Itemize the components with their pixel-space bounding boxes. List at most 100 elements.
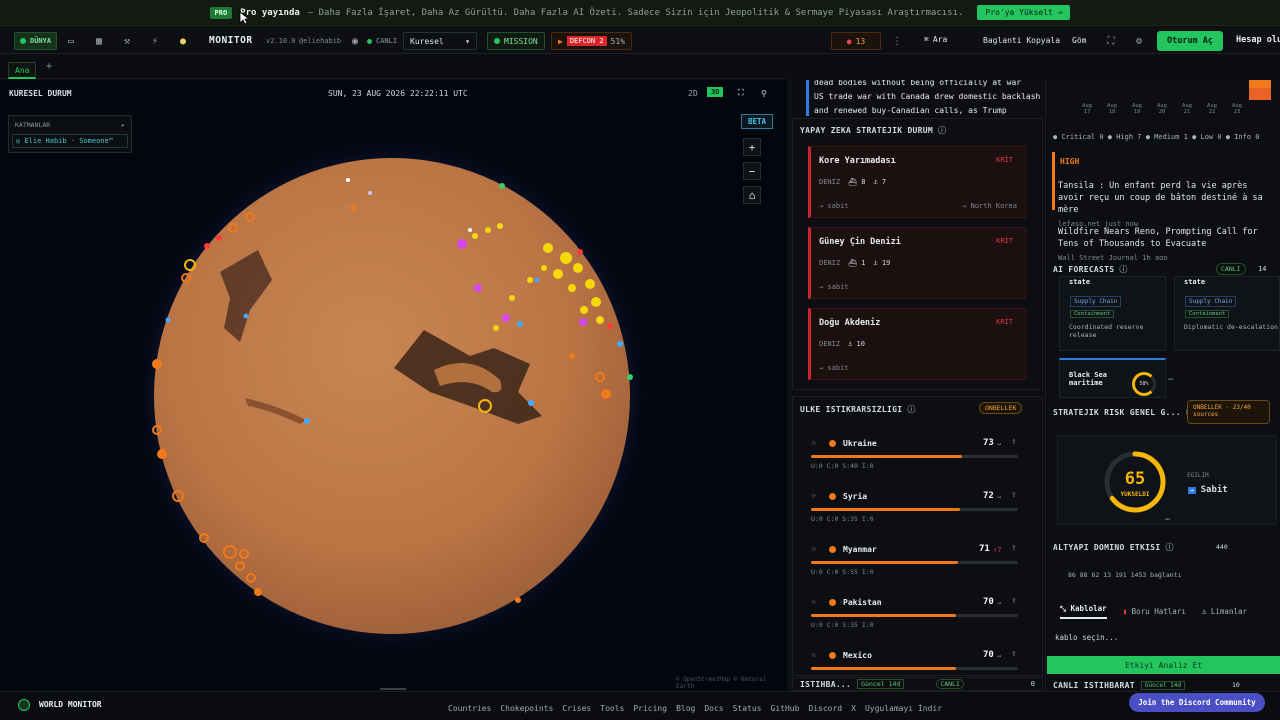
sun-icon[interactable]: ● <box>176 34 190 48</box>
forecast-card[interactable]: Black Sea maritime 58% <box>1059 358 1166 398</box>
info-icon[interactable]: ⓘ <box>907 404 915 415</box>
star-icon[interactable]: ☆ <box>811 650 816 660</box>
country-score: 71 <box>979 544 990 554</box>
country-row[interactable]: ☆ Mexico 70 → ⇪ <box>808 644 1024 670</box>
star-icon[interactable]: ☆ <box>811 438 816 448</box>
energy-variant-icon[interactable]: ⚡ <box>148 34 162 48</box>
info-icon[interactable]: ⓘ <box>1119 264 1127 275</box>
share-icon[interactable]: ⇪ <box>1011 490 1016 500</box>
footer-link[interactable]: Chokepoints <box>500 704 553 713</box>
country-row[interactable]: ☆ Syria 72 → ⇪ U:0 C:0 S:35 I:0 <box>808 485 1024 533</box>
info-icon[interactable]: ⓘ <box>938 125 946 136</box>
footer-link[interactable]: Tools <box>600 704 624 713</box>
region-select[interactable]: Kuresel ▾ <box>403 32 477 50</box>
footer-link[interactable]: Blog <box>676 704 695 713</box>
cable-select[interactable]: kablo seçin... <box>1055 633 1118 642</box>
discord-button[interactable]: Join the Discord Community <box>1129 693 1265 712</box>
tab-pipelines[interactable]: ▮ Boru Hatları <box>1123 607 1186 616</box>
chart-date-axis: Aug 17 Aug 18 Aug 19 Aug 20 Aug 21 Aug 2… <box>1080 103 1244 115</box>
globe-map[interactable] <box>0 80 787 690</box>
footer-link[interactable]: Uygulamayı İndir <box>865 704 942 713</box>
footer-links: Countries Chokepoints Crises Tools Prici… <box>439 704 942 713</box>
country-row[interactable]: ☆ Pakistan 70 → ⇪ U:0 C:0 S:35 I:0 <box>808 591 1024 639</box>
posture-card[interactable]: Kore Yarımadası KRİT DENIZ ⛴ 8 ⚓ 7 → sabit… <box>808 146 1026 218</box>
country-row[interactable]: ☆ Myanmar 71 ↑7 ⇪ U:0 C:0 S:55 I:0 <box>808 538 1024 586</box>
gear-icon[interactable]: ⚙ <box>1132 34 1146 48</box>
forecast-head: Black Sea maritime <box>1069 371 1107 387</box>
score-bar <box>811 508 1018 511</box>
tab-cables[interactable]: ⤡ Kablolar <box>1060 604 1107 619</box>
share-icon[interactable]: ⇪ <box>1011 437 1016 447</box>
posture-anchor-count: 19 <box>881 259 891 267</box>
add-tab-button[interactable]: + <box>46 61 52 72</box>
search-button[interactable]: ⌘ Ara <box>924 35 947 44</box>
alerts-button[interactable]: ● 13 <box>831 32 881 50</box>
footer-link[interactable]: Crises <box>562 704 591 713</box>
fullscreen-icon[interactable]: ⛶ <box>1104 34 1118 48</box>
posture-type: DENIZ <box>819 340 841 348</box>
live-intel-header: CANLI ISTIHBARAT Güncel 14d <box>1053 681 1185 690</box>
footer-link[interactable]: GitHub <box>771 704 800 713</box>
embed-button[interactable]: Göm <box>1072 36 1086 45</box>
defcon-pct: 51% <box>610 36 625 46</box>
news-line-2: US trade war with Canada drew domestic b… <box>814 92 1041 101</box>
variant-world-button[interactable]: DÜNYA <box>14 32 58 50</box>
country-score: 70 <box>983 597 994 607</box>
defcon-indicator[interactable]: ▶ DEFCON 2 51% <box>551 32 632 50</box>
forecasts-count: 14 <box>1258 265 1267 273</box>
signin-button[interactable]: Oturum Aç <box>1157 31 1223 51</box>
forecast-tag: Supply Chain <box>1185 296 1237 307</box>
footer-link[interactable]: Docs <box>704 704 723 713</box>
news-item[interactable]: Tansila : Un enfant perd la vie après av… <box>1058 180 1276 230</box>
copy-link-button[interactable]: Baglanti Kopyala <box>983 36 1060 45</box>
upgrade-button[interactable]: Pro'ya Yükselt → <box>977 5 1071 20</box>
star-icon[interactable]: ☆ <box>811 544 816 554</box>
forecast-card[interactable]: state Supply Chain Containment Coordinat… <box>1059 276 1166 351</box>
promo-title: Pro yayında <box>240 7 300 18</box>
account-button[interactable]: Hesap oluş <box>1236 35 1280 45</box>
footer-link[interactable]: Pricing <box>633 704 667 713</box>
tab-cables-label: Kablolar <box>1070 604 1107 613</box>
footer-link[interactable]: Discord <box>808 704 842 713</box>
share-icon[interactable]: ⇪ <box>1011 649 1016 659</box>
star-icon[interactable]: ☆ <box>811 491 816 501</box>
country-name: Ukraine <box>843 439 877 448</box>
posture-card[interactable]: Güney Çin Denizi KRİT DENIZ ⛴ 1 ⚓ 19 → sab… <box>808 227 1026 299</box>
anchor-icon: ⚓ 19 <box>873 259 891 267</box>
tab-main[interactable]: Ana <box>8 62 37 79</box>
tools-variant-icon[interactable]: ⚒ <box>120 34 134 48</box>
github-icon[interactable]: ◉ <box>348 34 362 48</box>
analyze-button[interactable]: Etkiyi Analiz Et <box>1047 656 1280 674</box>
instability-title: ULKE ISTIKRARSIZLIGI <box>800 405 903 414</box>
more-icon[interactable]: ⋮ <box>890 34 904 48</box>
footer-link[interactable]: X <box>851 704 856 713</box>
mission-button[interactable]: MISSION <box>487 32 545 50</box>
risk-header: STRATEJIK RISK GENEL G...ⓘ <box>1053 407 1194 418</box>
resize-handle[interactable] <box>380 688 406 690</box>
handle-label[interactable]: @eliehabib <box>299 37 341 45</box>
more-icon[interactable]: ⋯ <box>1168 375 1173 385</box>
info-icon[interactable]: ⓘ <box>1165 542 1173 553</box>
share-icon[interactable]: ⇪ <box>1011 543 1016 553</box>
forecast-desc: Diplomatic de-escalation <box>1184 323 1278 331</box>
news-item[interactable]: Wildfire Nears Reno, Prompting Call for … <box>1058 226 1276 260</box>
country-trend: ↑7 <box>993 546 1002 554</box>
map-panel[interactable]: KURESEL DURUM SUN, 23 AUG 2026 22:22:11 … <box>0 80 787 690</box>
footer-link[interactable]: Countries <box>448 704 491 713</box>
more-icon[interactable]: ⋯ <box>1165 515 1170 525</box>
live-intel-updated: Güncel 14d <box>1140 681 1185 690</box>
intel-bar[interactable]: ISTIHBA... Güncel 14d CANLI 0 <box>792 677 1043 691</box>
footer-link[interactable]: Status <box>733 704 762 713</box>
search-label: Ara <box>932 35 948 44</box>
star-icon[interactable]: ☆ <box>811 597 816 607</box>
finance-variant-icon[interactable]: ▦ <box>92 34 106 48</box>
tab-ports[interactable]: ⚓ Limanlar <box>1202 607 1247 616</box>
intel-count: 0 <box>1030 680 1035 688</box>
promo-bar: PRO Pro yayında — Daha Fazla İşaret, Dah… <box>0 0 1280 26</box>
tech-variant-icon[interactable]: ▭ <box>64 34 78 48</box>
country-row[interactable]: ☆ Ukraine 73 → ⇪ U:0 C:0 S:40 I:0 <box>808 432 1024 480</box>
share-icon[interactable]: ⇪ <box>1011 596 1016 606</box>
forecast-card[interactable]: state Supply Chain Containment Diplomati… <box>1174 276 1280 351</box>
posture-card[interactable]: Doğu Akdeniz KRİT DENIZ ⚓ 10 → sabit <box>808 308 1026 380</box>
chart-date: Aug 18 <box>1107 103 1117 115</box>
